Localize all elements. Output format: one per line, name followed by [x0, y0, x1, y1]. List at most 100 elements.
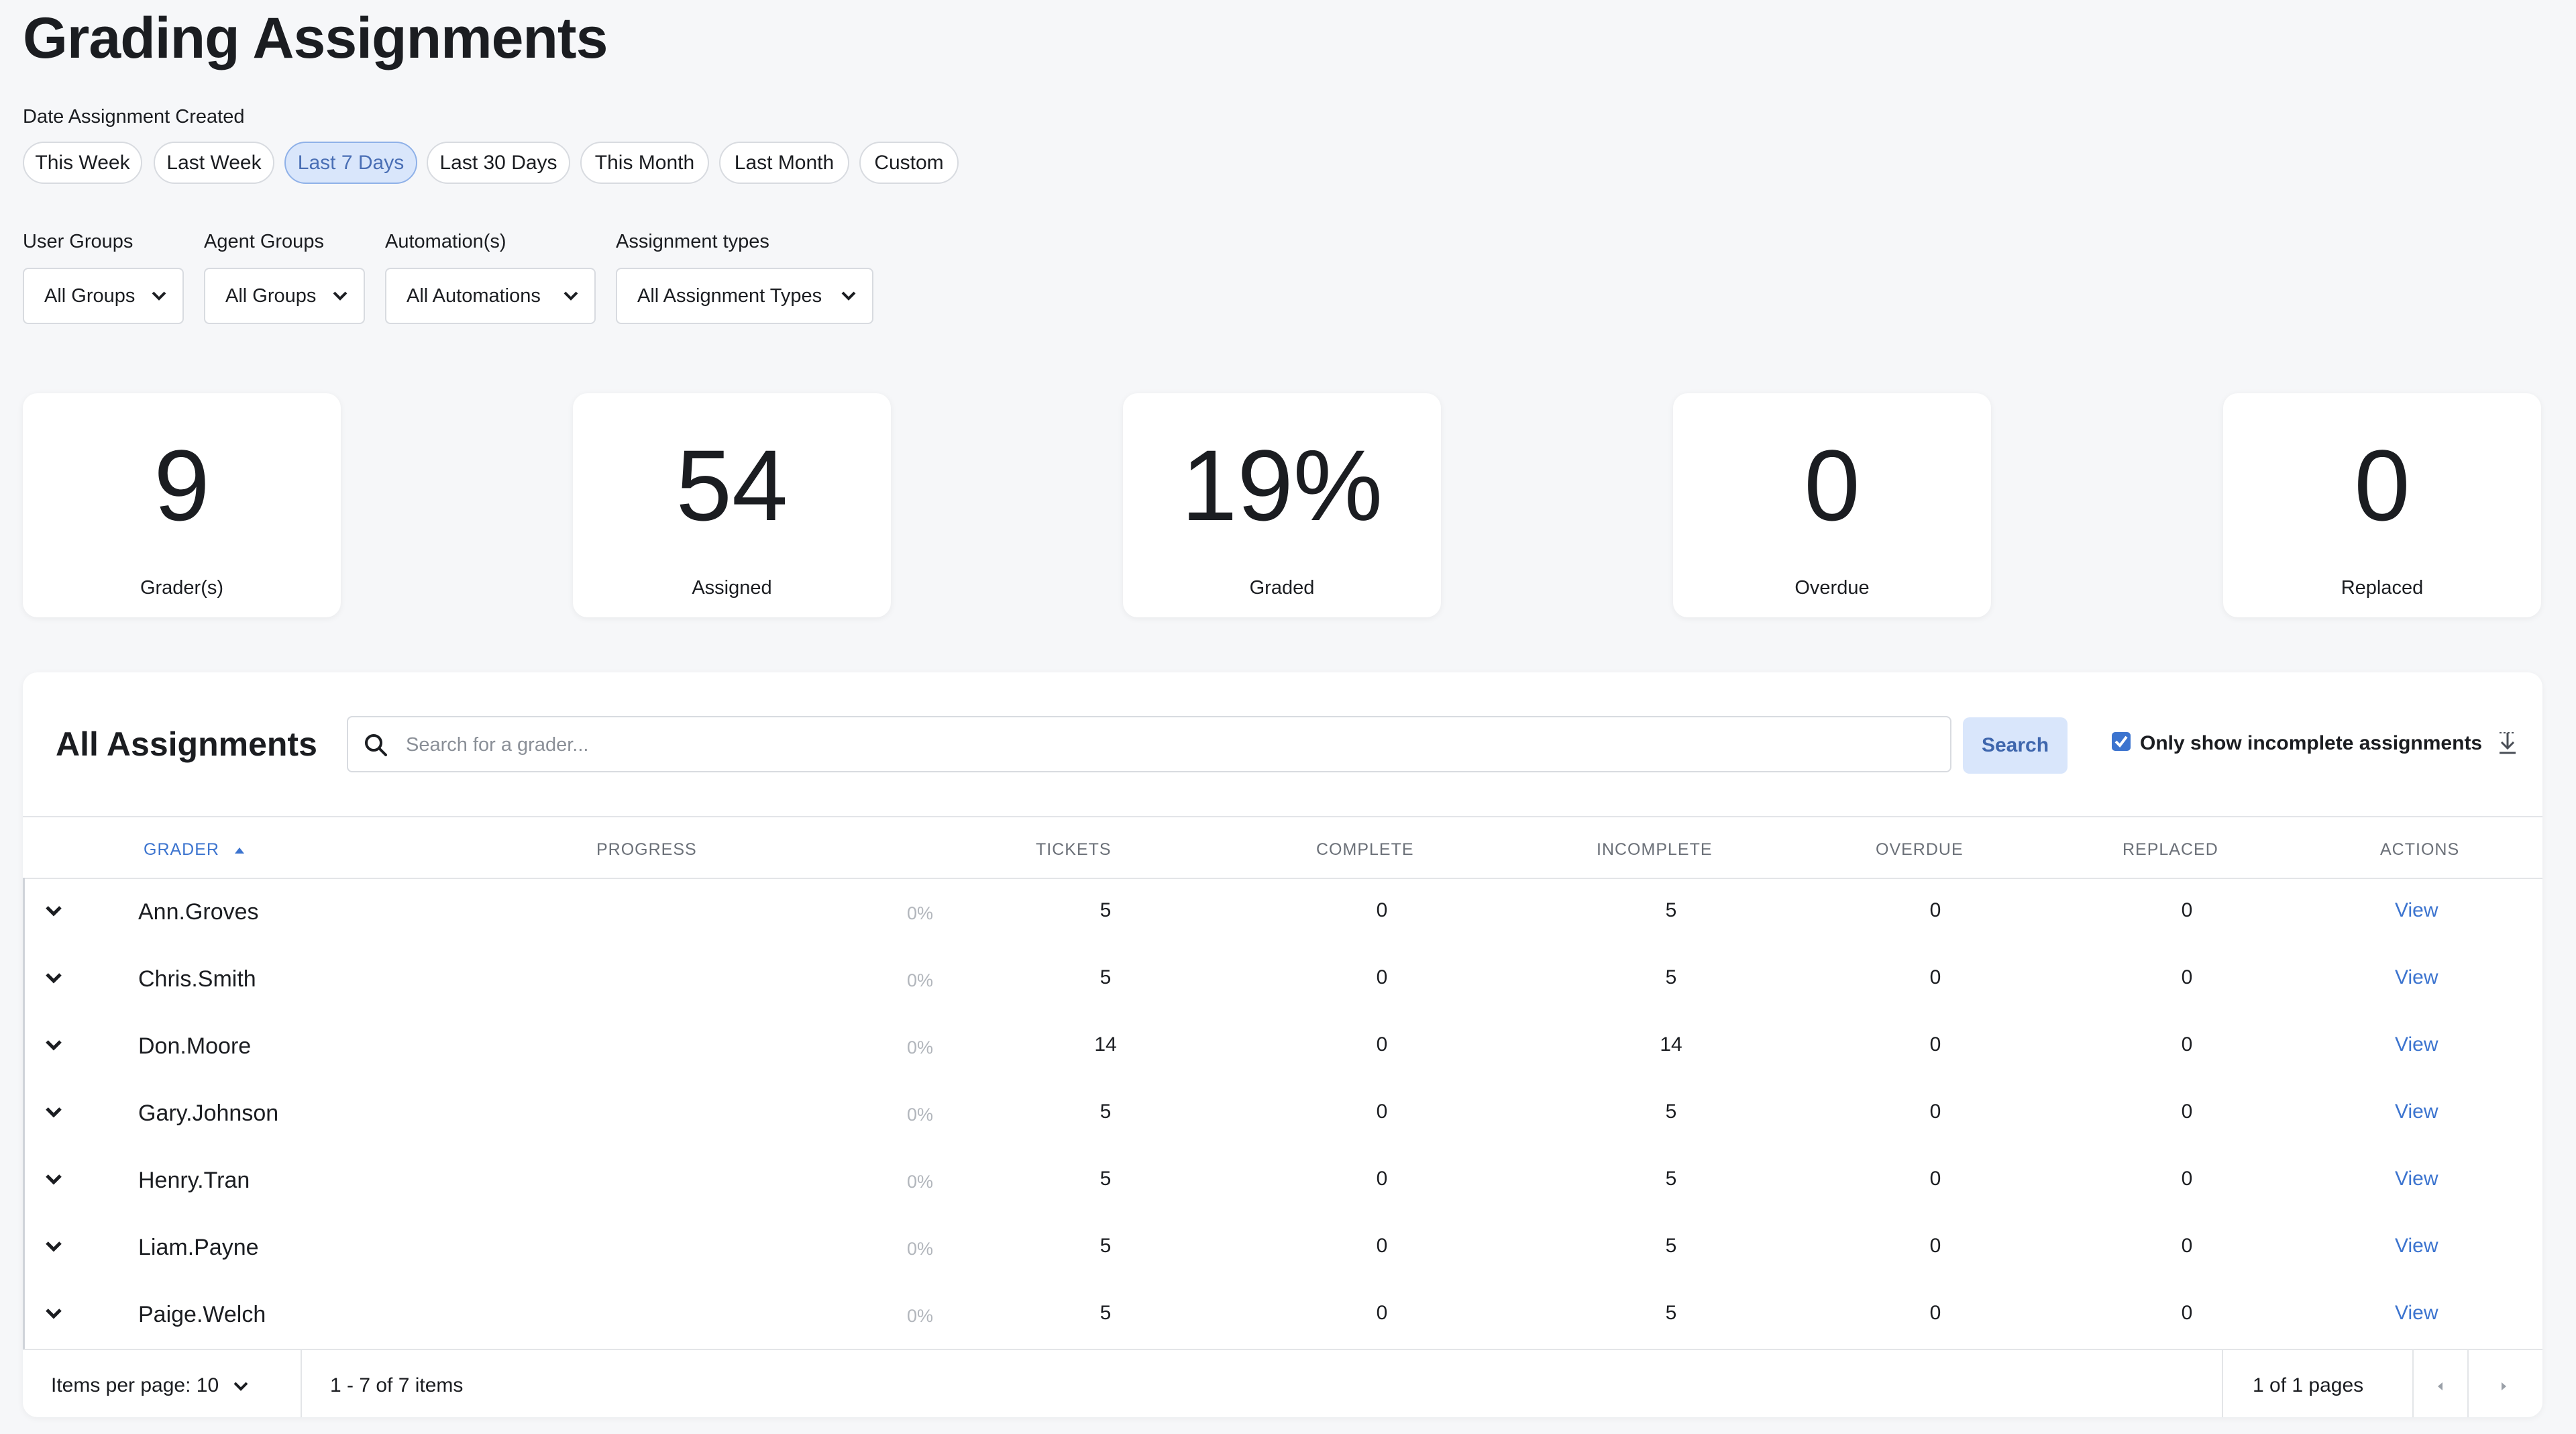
stat-value: 0 [2354, 429, 2410, 542]
view-link[interactable]: View [2395, 1033, 2438, 1056]
search-field[interactable] [347, 716, 1951, 772]
view-link[interactable]: View [2395, 1302, 2438, 1325]
chip-last-month[interactable]: Last Month [719, 142, 849, 184]
item-range: 1 - 7 of 7 items [330, 1374, 464, 1396]
download-icon[interactable] [2497, 731, 2518, 756]
user-groups-dropdown[interactable]: All Groups [23, 268, 184, 324]
user-groups-label: User Groups [23, 231, 133, 252]
complete-cell: 0 [1376, 1235, 1388, 1257]
sort-asc-icon [234, 848, 244, 854]
agent-groups-label: Agent Groups [204, 231, 324, 252]
complete-cell: 0 [1376, 1033, 1388, 1056]
panel-title: All Assignments [56, 725, 317, 763]
column-header-grader[interactable]: GRADER [144, 840, 246, 860]
expand-chevron-icon[interactable] [44, 972, 63, 985]
incomplete-cell: 5 [1665, 1235, 1677, 1257]
overdue-cell: 0 [1929, 899, 1941, 921]
page-count: 1 of 1 pages [2253, 1374, 2364, 1396]
view-link[interactable]: View [2395, 966, 2438, 989]
progress-percent: 0% [907, 903, 934, 923]
incomplete-cell: 5 [1665, 966, 1677, 988]
grader-name: Don.Moore [138, 1033, 252, 1059]
complete-cell: 0 [1376, 1100, 1388, 1123]
expand-chevron-icon[interactable] [44, 1240, 63, 1253]
replaced-cell: 0 [2181, 966, 2193, 988]
complete-cell: 0 [1376, 966, 1388, 988]
expand-chevron-icon[interactable] [44, 1307, 63, 1321]
expand-chevron-icon[interactable] [44, 1173, 63, 1186]
only-incomplete-checkbox[interactable] [2112, 732, 2131, 751]
incomplete-cell: 5 [1665, 1168, 1677, 1190]
chevron-down-icon [841, 291, 856, 301]
grader-name: Paige.Welch [138, 1302, 266, 1327]
footer-separator [2412, 1350, 2414, 1417]
stat-label: Replaced [2341, 577, 2424, 599]
stat-value: 19% [1181, 429, 1383, 542]
overdue-cell: 0 [1929, 1235, 1941, 1257]
expand-chevron-icon[interactable] [44, 1106, 63, 1119]
view-link[interactable]: View [2395, 899, 2438, 922]
incomplete-cell: 5 [1665, 899, 1677, 921]
automations-value: All Automations [407, 285, 541, 307]
stat-label: Assigned [692, 577, 772, 599]
stat-value: 54 [676, 429, 788, 542]
stat-card-graders: 9 Grader(s) [23, 393, 341, 617]
expand-chevron-icon[interactable] [44, 1039, 63, 1052]
stat-value: 0 [1804, 429, 1860, 542]
chip-this-month[interactable]: This Month [580, 142, 709, 184]
expand-chevron-icon[interactable] [44, 905, 63, 918]
date-filter-label: Date Assignment Created [23, 106, 245, 127]
chip-last-30-days[interactable]: Last 30 Days [427, 142, 570, 184]
prev-page-icon[interactable] [2422, 1378, 2459, 1394]
agent-groups-value: All Groups [225, 285, 317, 307]
footer-separator [2467, 1350, 2469, 1417]
grader-name: Henry.Tran [138, 1168, 250, 1193]
complete-cell: 0 [1376, 1168, 1388, 1190]
table-row: Ann.Groves 0% 5 0 5 0 0 View [23, 878, 2542, 945]
overdue-cell: 0 [1929, 1302, 1941, 1324]
column-header-tickets: TICKETS [1036, 840, 1112, 859]
only-incomplete-label[interactable]: Only show incomplete assignments [2140, 732, 2482, 755]
column-header-progress: PROGRESS [596, 840, 697, 859]
column-header-incomplete: INCOMPLETE [1597, 840, 1713, 859]
stat-label: Overdue [1794, 577, 1870, 599]
next-page-icon[interactable] [2485, 1378, 2522, 1394]
agent-groups-dropdown[interactable]: All Groups [204, 268, 365, 324]
overdue-cell: 0 [1929, 1033, 1941, 1056]
search-button[interactable]: Search [1963, 717, 2068, 774]
assignment-types-label: Assignment types [616, 231, 769, 252]
search-icon [365, 734, 387, 756]
tickets-cell: 5 [1099, 1302, 1112, 1324]
progress-percent: 0% [907, 970, 934, 990]
table-row: Gary.Johnson 0% 5 0 5 0 0 View [23, 1079, 2542, 1146]
progress-percent: 0% [907, 1172, 934, 1192]
view-link[interactable]: View [2395, 1168, 2438, 1190]
tickets-cell: 5 [1099, 1100, 1112, 1123]
chevron-down-icon [333, 291, 347, 301]
replaced-cell: 0 [2181, 1100, 2193, 1123]
column-header-label: GRADER [144, 840, 219, 859]
table-row: Chris.Smith 0% 5 0 5 0 0 View [23, 945, 2542, 1012]
overdue-cell: 0 [1929, 966, 1941, 988]
progress-percent: 0% [907, 1105, 934, 1125]
stat-label: Grader(s) [140, 577, 224, 599]
chip-custom[interactable]: Custom [859, 142, 959, 184]
search-input[interactable] [405, 728, 1937, 762]
assignments-panel: All Assignments Search Only show incompl… [23, 672, 2542, 1417]
view-link[interactable]: View [2395, 1100, 2438, 1123]
table-row: Paige.Welch 0% 5 0 5 0 0 View [23, 1280, 2542, 1347]
incomplete-cell: 5 [1665, 1100, 1677, 1123]
replaced-cell: 0 [2181, 899, 2193, 921]
items-per-page-select[interactable]: Items per page: 10 [51, 1374, 249, 1397]
tickets-cell: 14 [1094, 1033, 1117, 1056]
table-row: Don.Moore 0% 14 0 14 0 0 View [23, 1012, 2542, 1079]
chip-last-7-days[interactable]: Last 7 Days [284, 142, 417, 184]
view-link[interactable]: View [2395, 1235, 2438, 1258]
chip-this-week[interactable]: This Week [23, 142, 142, 184]
automations-dropdown[interactable]: All Automations [385, 268, 596, 324]
chip-last-week[interactable]: Last Week [154, 142, 274, 184]
stat-value: 9 [154, 429, 210, 542]
assignment-types-dropdown[interactable]: All Assignment Types [616, 268, 873, 324]
automations-label: Automation(s) [385, 231, 506, 252]
grader-name: Gary.Johnson [138, 1100, 279, 1126]
